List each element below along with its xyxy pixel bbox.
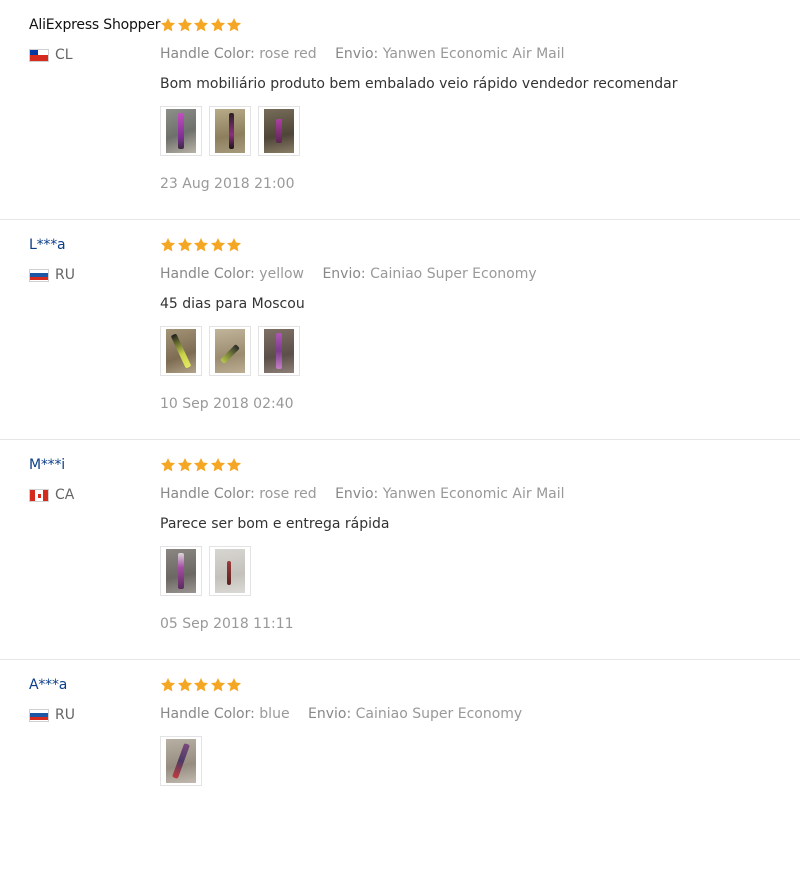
review-photo-thumbnail[interactable]: [160, 106, 202, 156]
star-rating: [160, 235, 790, 255]
review-item: A***a RU Handle Color: blue Envio: Caini…: [0, 660, 800, 880]
reviewer-country: CA: [29, 487, 154, 503]
review-comment: 45 dias para Moscou: [160, 296, 305, 312]
shipping-value: Yanwen Economic Air Mail: [382, 486, 565, 502]
star-icon: [194, 18, 208, 32]
shipping-label: Envio:: [335, 486, 379, 502]
reviewer-country: RU: [29, 267, 154, 283]
star-icon: [194, 678, 208, 692]
star-icon: [161, 18, 175, 32]
country-code: CA: [55, 487, 75, 503]
reviewer-country: RU: [29, 707, 154, 723]
canada-flag-icon: [29, 488, 49, 502]
review-photo-thumbnail[interactable]: [160, 326, 202, 376]
review-content: Handle Color: rose red Envio: Yanwen Eco…: [160, 15, 790, 194]
order-attributes: Handle Color: rose red Envio: Yanwen Eco…: [160, 44, 790, 64]
star-icon: [177, 18, 192, 32]
star-icon: [194, 458, 208, 472]
star-rating: [160, 15, 790, 35]
review-date: 05 Sep 2018 11:11: [160, 616, 294, 632]
star-icon: [177, 678, 192, 692]
star-icon: [227, 18, 241, 32]
review-content: Handle Color: rose red Envio: Yanwen Eco…: [160, 455, 790, 634]
handle-color-value: blue: [259, 706, 290, 722]
review-photo-thumbnail[interactable]: [258, 106, 300, 156]
shipping-label: Envio:: [308, 706, 352, 722]
handle-color-value: rose red: [259, 46, 317, 62]
star-rating: [160, 675, 790, 695]
star-icon: [210, 678, 225, 692]
review-item: L***a RU Handle Color: yellow Envio: Cai…: [0, 220, 800, 440]
country-code: RU: [55, 267, 75, 283]
review-photo-thumbnail[interactable]: [209, 326, 251, 376]
reviewer-name: AliExpress Shopper: [29, 17, 161, 33]
star-icon: [161, 458, 175, 472]
reviewer-info: M***i CA: [29, 455, 154, 503]
russia-flag-icon: [29, 708, 49, 722]
handle-color-label: Handle Color:: [160, 706, 255, 722]
shipping-value: Yanwen Economic Air Mail: [382, 46, 565, 62]
star-icon: [194, 238, 208, 252]
star-icon: [227, 678, 241, 692]
reviewer-info: A***a RU: [29, 675, 154, 723]
reviewer-name: A***a: [29, 677, 68, 693]
review-photo-thumbnail[interactable]: [160, 736, 202, 786]
star-icon: [177, 238, 192, 252]
star-icon: [210, 458, 225, 472]
handle-color-value: yellow: [259, 266, 304, 282]
review-photo-thumbnail[interactable]: [258, 326, 300, 376]
star-icon: [227, 458, 241, 472]
russia-flag-icon: [29, 268, 49, 282]
review-content: Handle Color: yellow Envio: Cainiao Supe…: [160, 235, 790, 414]
review-list: AliExpress Shopper CL Handle Color: rose…: [0, 0, 800, 880]
country-code: RU: [55, 707, 75, 723]
review-date: 10 Sep 2018 02:40: [160, 396, 294, 412]
order-attributes: Handle Color: yellow Envio: Cainiao Supe…: [160, 264, 790, 284]
handle-color-label: Handle Color:: [160, 486, 255, 502]
review-content: Handle Color: blue Envio: Cainiao Super …: [160, 675, 790, 804]
review-photo-thumbnail[interactable]: [209, 106, 251, 156]
star-icon: [210, 18, 225, 32]
reviewer-info: L***a RU: [29, 235, 154, 283]
reviewer-country: CL: [29, 47, 154, 63]
review-item: AliExpress Shopper CL Handle Color: rose…: [0, 0, 800, 220]
review-photo-thumbnail[interactable]: [160, 546, 202, 596]
review-photos: [160, 326, 790, 378]
review-photos: [160, 736, 790, 788]
shipping-value: Cainiao Super Economy: [370, 266, 537, 282]
review-comment: Bom mobiliário produto bem embalado veio…: [160, 76, 678, 92]
order-attributes: Handle Color: rose red Envio: Yanwen Eco…: [160, 484, 790, 504]
handle-color-label: Handle Color:: [160, 266, 255, 282]
star-icon: [161, 678, 175, 692]
order-attributes: Handle Color: blue Envio: Cainiao Super …: [160, 704, 790, 724]
review-comment: Parece ser bom e entrega rápida: [160, 516, 390, 532]
chile-flag-icon: [29, 48, 49, 62]
reviewer-info: AliExpress Shopper CL: [29, 15, 161, 63]
handle-color-label: Handle Color:: [160, 46, 255, 62]
reviewer-name: M***i: [29, 457, 65, 473]
star-icon: [177, 458, 192, 472]
star-rating: [160, 455, 790, 475]
review-photos: [160, 106, 790, 158]
review-date: 23 Aug 2018 21:00: [160, 176, 295, 192]
shipping-value: Cainiao Super Economy: [355, 706, 523, 722]
review-photos: [160, 546, 790, 598]
review-item: M***i CA Handle Color: rose red Envio: Y…: [0, 440, 800, 660]
star-icon: [227, 238, 241, 252]
shipping-label: Envio:: [322, 266, 366, 282]
star-icon: [210, 238, 225, 252]
country-code: CL: [55, 47, 73, 63]
review-photo-thumbnail[interactable]: [209, 546, 251, 596]
reviewer-name: L***a: [29, 237, 66, 253]
shipping-label: Envio:: [335, 46, 379, 62]
handle-color-value: rose red: [259, 486, 317, 502]
star-icon: [161, 238, 175, 252]
